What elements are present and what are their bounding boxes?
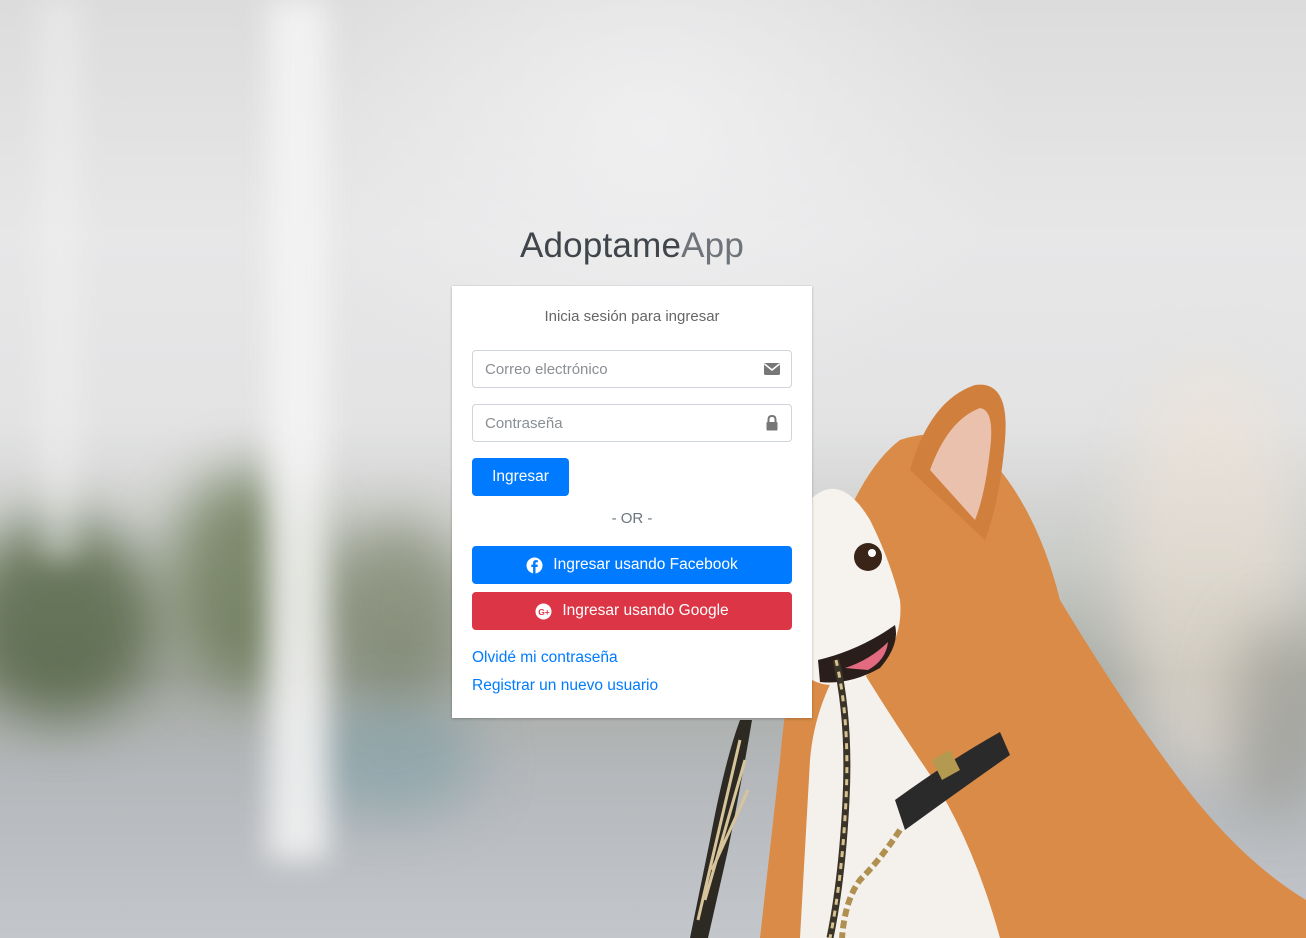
login-card: Inicia sesión para ingresar Ingresar - O… bbox=[452, 286, 812, 718]
facebook-icon bbox=[526, 557, 543, 574]
login-box-message: Inicia sesión para ingresar bbox=[544, 308, 720, 325]
brand-name-light: App bbox=[681, 226, 745, 265]
login-button[interactable]: Ingresar bbox=[472, 458, 569, 496]
email-input[interactable] bbox=[485, 351, 745, 387]
svg-text:G+: G+ bbox=[539, 606, 551, 616]
google-plus-icon: G+ bbox=[535, 603, 552, 620]
forgot-password-link[interactable]: Olvidé mi contraseña bbox=[472, 649, 618, 667]
envelope-icon bbox=[763, 361, 781, 377]
or-divider: - OR - bbox=[611, 510, 653, 527]
google-login-label: Ingresar usando Google bbox=[562, 602, 729, 619]
password-input[interactable] bbox=[485, 405, 745, 441]
brand-name-bold: Adoptame bbox=[519, 226, 682, 265]
password-field[interactable] bbox=[472, 404, 792, 442]
google-login-button[interactable]: G+ Ingresar usando Google bbox=[472, 592, 792, 630]
register-link[interactable]: Registrar un nuevo usuario bbox=[472, 677, 658, 695]
facebook-login-button[interactable]: Ingresar usando Facebook bbox=[472, 546, 792, 584]
lock-icon bbox=[763, 414, 781, 431]
email-field[interactable] bbox=[472, 350, 792, 388]
facebook-login-label: Ingresar usando Facebook bbox=[553, 556, 738, 573]
app-brand: AdoptameApp bbox=[452, 226, 812, 266]
